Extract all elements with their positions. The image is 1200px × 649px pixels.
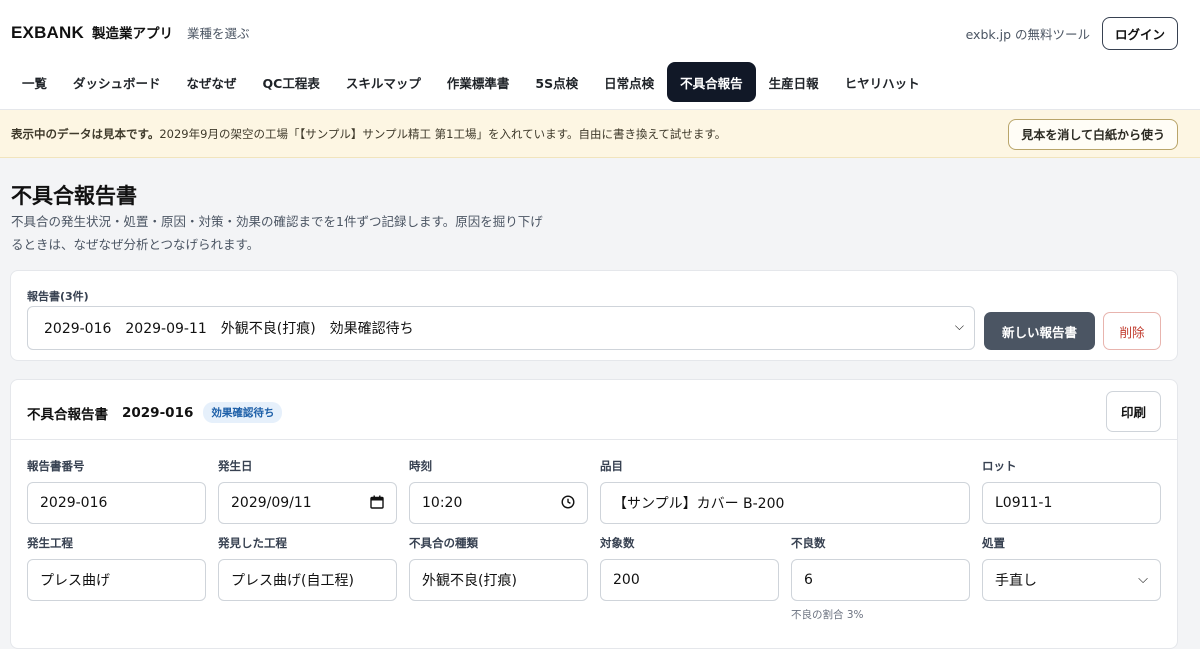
page-title: 不具合報告書: [11, 184, 137, 208]
chevron-down-icon: ⌵: [1138, 572, 1148, 587]
banner-text: 2029年9月の架空の工場「【サンプル】サンプル精工 第1工場」を入れています。…: [159, 127, 727, 141]
field-defect-qty: 不良数 6 不良の割合 3%: [791, 535, 970, 622]
field-label: 発生日: [218, 459, 253, 473]
report-title: 不具合報告書 2029-016 効果確認待ち: [27, 402, 283, 423]
report-select-label: 報告書(3件): [27, 290, 89, 303]
tab-near-miss[interactable]: ヒヤリハット: [832, 62, 933, 102]
login-button[interactable]: ログイン: [1101, 17, 1178, 50]
report-selector-card: 報告書(3件) 2029-016 2029-09-11 外観不良(打痕) 効果確…: [10, 270, 1178, 361]
report-heading: 不具合報告書: [27, 406, 108, 423]
field-found-process: 発見した工程 プレス曲げ(自工程): [218, 535, 397, 601]
tab-production-report[interactable]: 生産日報: [756, 62, 832, 102]
tab-work-standard[interactable]: 作業標準書: [434, 62, 523, 102]
disposition-select[interactable]: 手直し ⌵: [982, 559, 1161, 601]
tab-daily-check[interactable]: 日常点検: [591, 62, 667, 102]
field-label: 処置: [982, 536, 1005, 550]
tab-why-why[interactable]: なぜなぜ: [174, 62, 250, 102]
clock-icon[interactable]: [561, 495, 575, 513]
industry-select-link[interactable]: 業種を選ぶ: [187, 23, 250, 42]
field-date: 発生日 2029/09/11: [218, 458, 397, 524]
field-process: 発生工程 プレス曲げ: [27, 535, 206, 601]
field-time: 時刻 10:20: [409, 458, 588, 524]
field-label: 不具合の種類: [409, 536, 478, 550]
report-header: 不具合報告書 2029-016 効果確認待ち 印刷: [11, 380, 1177, 440]
report-select-value: 2029-016 2029-09-11 外観不良(打痕) 効果確認待ち: [44, 321, 414, 337]
app-name: 製造業アプリ: [92, 26, 173, 42]
status-badge: 効果確認待ち: [203, 402, 283, 423]
field-label: ロット: [982, 459, 1017, 473]
time-value: 10:20: [422, 495, 463, 511]
delete-report-button[interactable]: 削除: [1103, 312, 1161, 350]
report-no-input[interactable]: 2029-016: [27, 482, 206, 524]
defect-qty-input[interactable]: 6: [791, 559, 970, 601]
field-label: 報告書番号: [27, 459, 85, 473]
field-disposition: 処置 手直し ⌵: [982, 535, 1161, 601]
banner-bold-text: 表示中のデータは見本です。: [11, 127, 160, 141]
field-report-no: 報告書番号 2029-016: [27, 458, 206, 524]
site-text[interactable]: exbk.jp の無料ツール: [966, 24, 1090, 43]
print-button[interactable]: 印刷: [1105, 391, 1161, 432]
tab-skill-map[interactable]: スキルマップ: [333, 62, 434, 102]
found-process-input[interactable]: プレス曲げ(自工程): [218, 559, 397, 601]
field-target-qty: 対象数 200: [600, 535, 779, 601]
tab-dashboard[interactable]: ダッシュボード: [60, 62, 174, 102]
tab-5s-check[interactable]: 5S点検: [522, 62, 591, 102]
field-defect-type: 不具合の種類 外観不良(打痕): [409, 535, 588, 601]
top-right: exbk.jp の無料ツール ログイン: [966, 17, 1178, 50]
field-label: 発生工程: [27, 536, 73, 550]
brand: EXBANK 製造業アプリ 業種を選ぶ: [11, 22, 250, 43]
date-input[interactable]: 2029/09/11: [218, 482, 397, 524]
report-select[interactable]: 2029-016 2029-09-11 外観不良(打痕) 効果確認待ち ⌵: [27, 306, 975, 350]
page-description: 不具合の発生状況・処置・原因・対策・効果の確認までを1件ずつ記録します。原因を掘…: [11, 214, 543, 252]
logo[interactable]: EXBANK: [11, 23, 84, 43]
tab-qc-process[interactable]: QC工程表: [250, 62, 333, 102]
banner-message: 表示中のデータは見本です。2029年9月の架空の工場「【サンプル】サンプル精工 …: [11, 126, 726, 142]
chevron-down-icon: ⌵: [954, 319, 964, 333]
date-value: 2029/09/11: [231, 495, 312, 511]
field-label: 時刻: [409, 459, 432, 473]
process-input[interactable]: プレス曲げ: [27, 559, 206, 601]
main-nav: 一覧 ダッシュボード なぜなぜ QC工程表 スキルマップ 作業標準書 5S点検 …: [9, 62, 933, 102]
new-report-button[interactable]: 新しい報告書: [984, 312, 1095, 350]
clear-sample-button[interactable]: 見本を消して白紙から使う: [1008, 119, 1178, 150]
report-detail-card: 不具合報告書 2029-016 効果確認待ち 印刷 報告書番号 2029-016…: [10, 379, 1178, 649]
target-qty-input[interactable]: 200: [600, 559, 779, 601]
field-label: 不良数: [791, 536, 826, 550]
item-input[interactable]: 【サンプル】カバー B-200: [600, 482, 970, 524]
tab-defect-report[interactable]: 不具合報告: [667, 62, 756, 102]
defect-rate-hint: 不良の割合 3%: [791, 609, 864, 621]
report-number: 2029-016: [122, 404, 194, 421]
time-input[interactable]: 10:20: [409, 482, 588, 524]
field-label: 発見した工程: [218, 536, 287, 550]
field-item: 品目 【サンプル】カバー B-200: [600, 458, 970, 524]
disposition-value: 手直し: [995, 573, 1037, 589]
field-label: 品目: [600, 459, 623, 473]
lot-input[interactable]: L0911-1: [982, 482, 1161, 524]
sample-data-banner: 表示中のデータは見本です。2029年9月の架空の工場「【サンプル】サンプル精工 …: [0, 110, 1200, 158]
field-lot: ロット L0911-1: [982, 458, 1161, 524]
field-label: 対象数: [600, 536, 635, 550]
top-bar: EXBANK 製造業アプリ 業種を選ぶ exbk.jp の無料ツール ログイン …: [0, 0, 1200, 110]
calendar-icon[interactable]: [370, 495, 384, 513]
tab-list[interactable]: 一覧: [9, 62, 60, 102]
defect-type-input[interactable]: 外観不良(打痕): [409, 559, 588, 601]
